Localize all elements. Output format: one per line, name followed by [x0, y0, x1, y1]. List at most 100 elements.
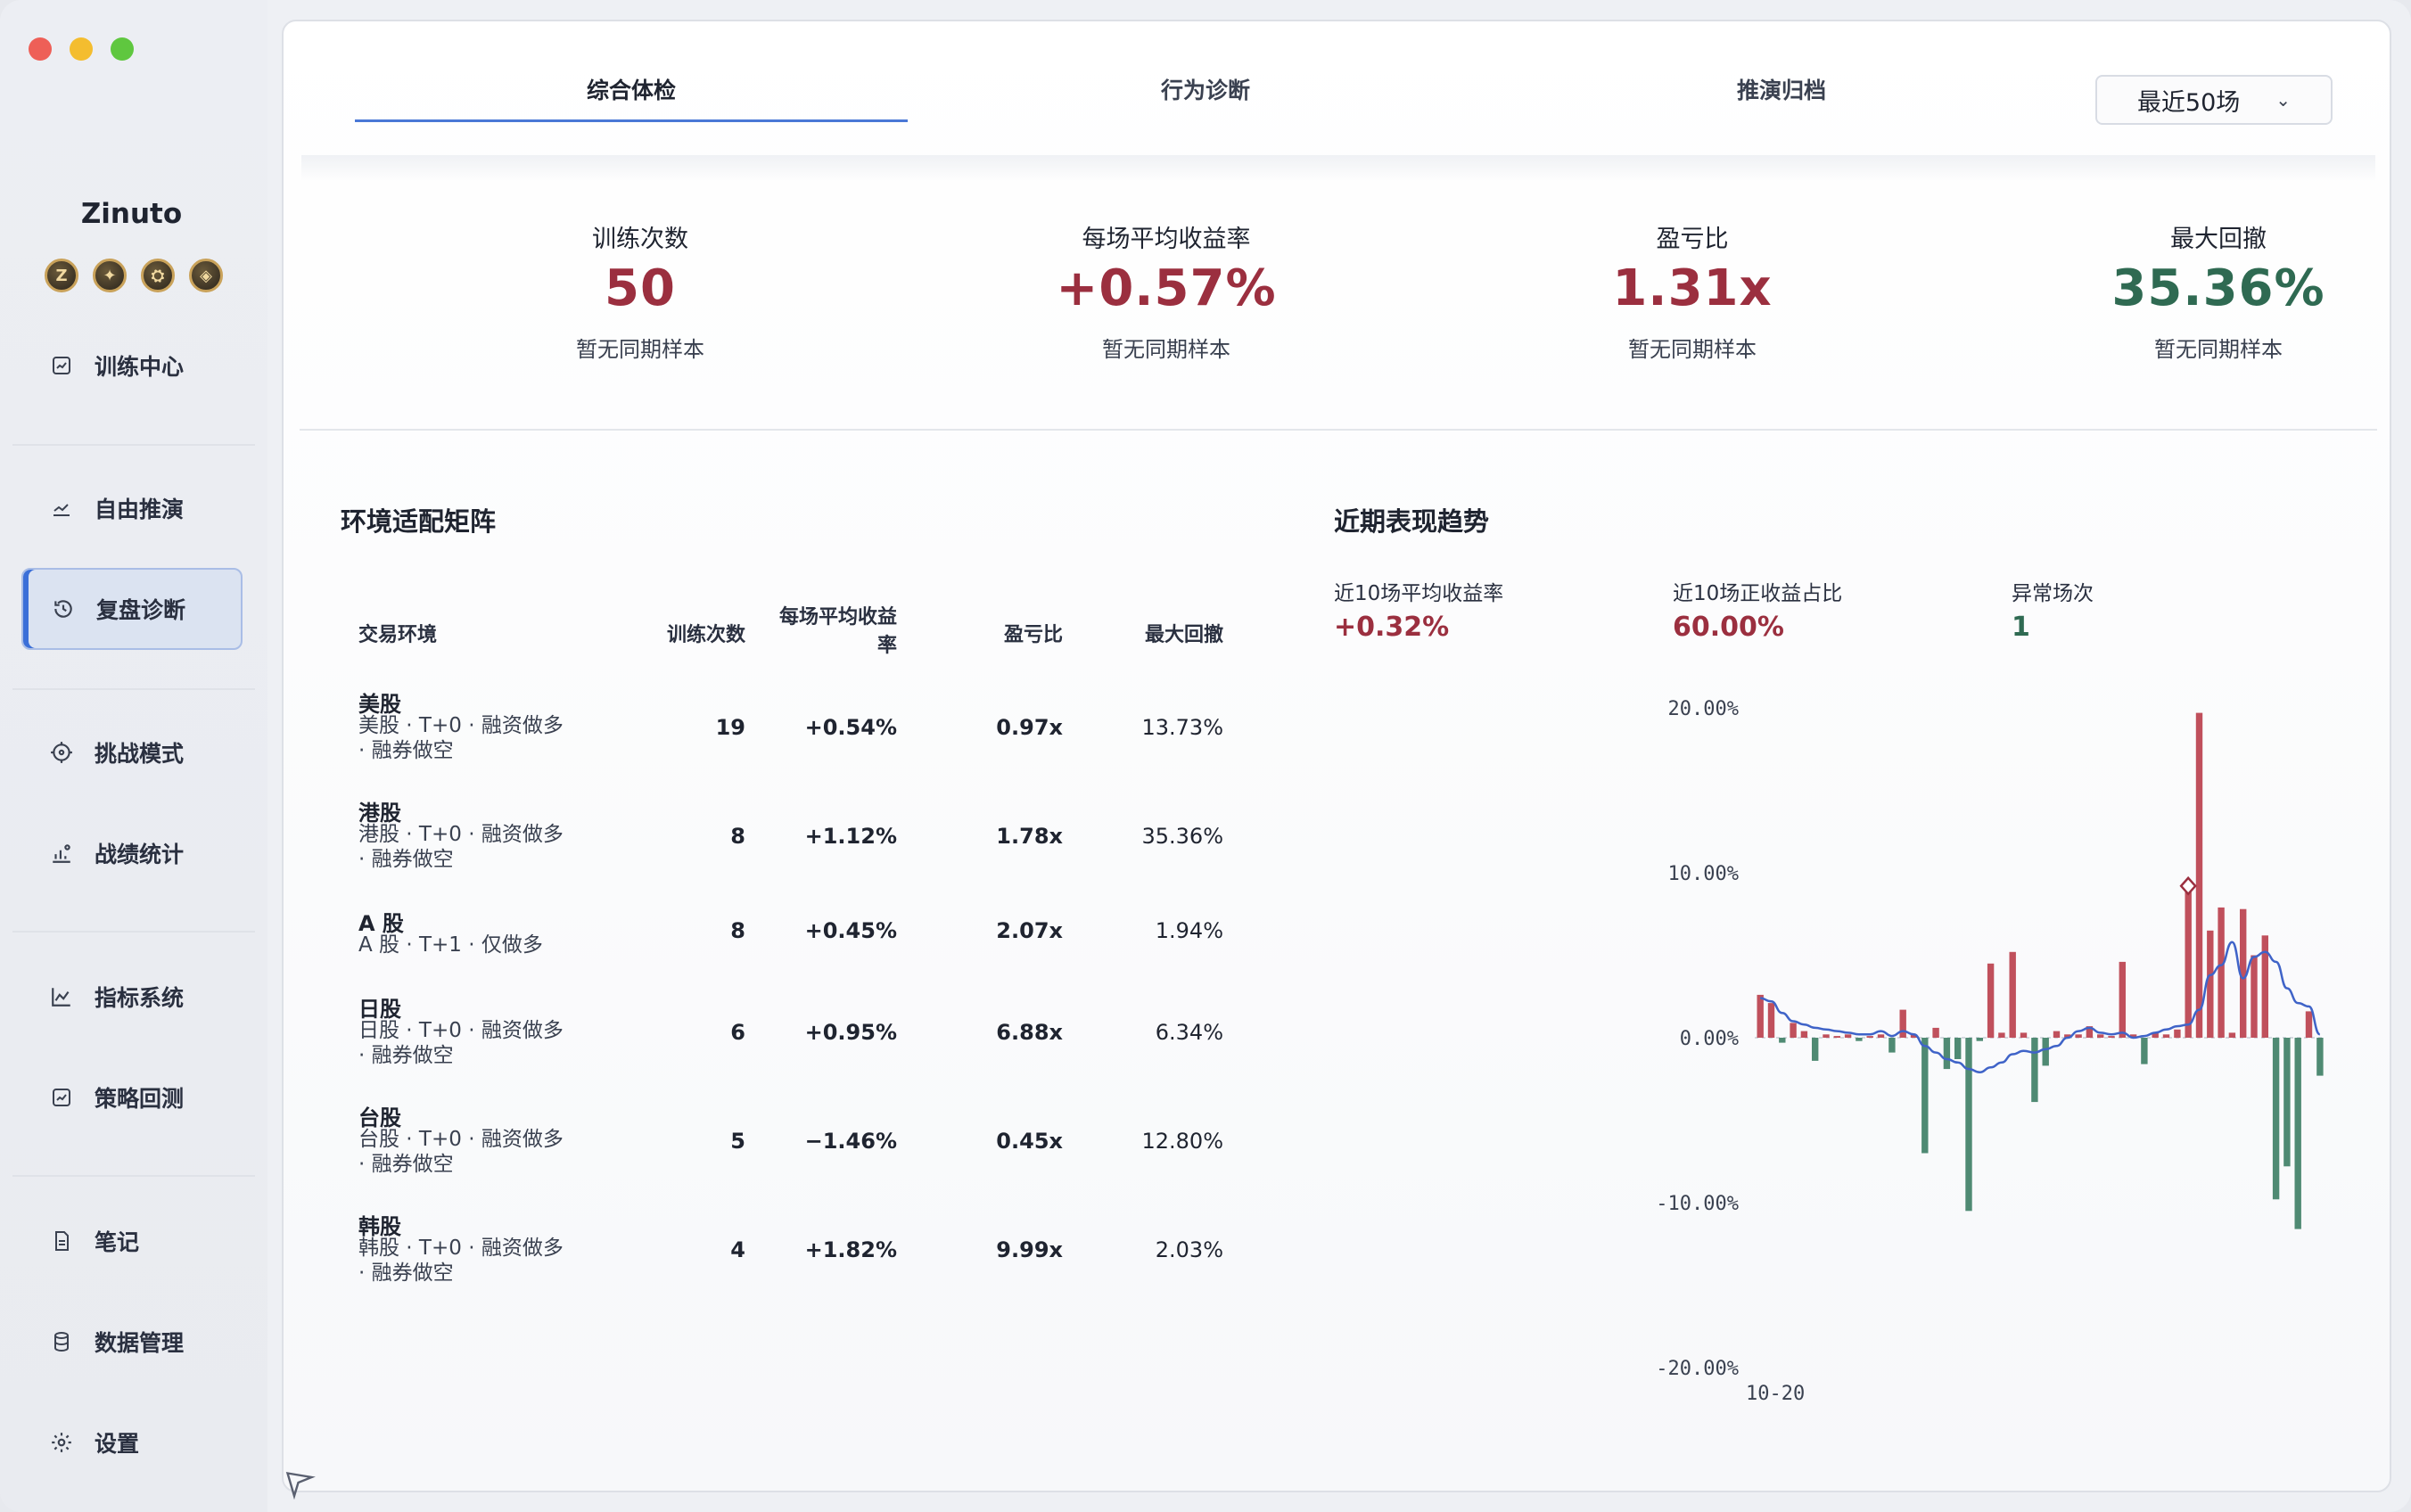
chart-bar[interactable] — [2228, 1032, 2236, 1038]
chart-bar[interactable] — [1899, 1009, 1906, 1038]
chart-bar[interactable] — [1833, 1036, 1840, 1038]
chart-bar[interactable] — [1823, 1034, 1830, 1038]
badge-star-icon[interactable]: ✦ — [93, 259, 127, 292]
chart-bar[interactable] — [1998, 1032, 2005, 1038]
badge-z-icon[interactable]: Z — [45, 259, 78, 292]
chart-bar[interactable] — [1844, 1034, 1852, 1038]
chart-bar[interactable] — [2272, 1038, 2280, 1200]
chart-bar[interactable] — [2097, 1034, 2104, 1038]
chart-bar[interactable] — [1779, 1038, 1786, 1043]
sidebar-item-indicators[interactable]: 指标系统 — [21, 956, 243, 1038]
chart-bar[interactable] — [1877, 1034, 1885, 1038]
chart-bar[interactable] — [1987, 963, 1995, 1039]
sidebar-item-stats[interactable]: 战绩统计 — [21, 812, 243, 894]
zoom-window-button[interactable] — [111, 37, 134, 61]
chart-bar[interactable] — [2042, 1038, 2049, 1066]
chart-bar[interactable] — [1800, 1031, 1808, 1038]
matrix-title: 环境适配矩阵 — [341, 506, 497, 537]
chart-bar[interactable] — [2162, 1034, 2170, 1038]
target-icon — [50, 741, 73, 764]
sidebar-item-label: 策略回测 — [95, 1086, 185, 1112]
sidebar-item-notes[interactable]: 笔记 — [21, 1200, 243, 1282]
sidebar-item-challenge[interactable]: 挑战模式 — [21, 711, 243, 793]
sidebar-item-review[interactable]: 复盘诊断 — [21, 568, 243, 650]
sidebar-item-backtest[interactable]: 策略回测 — [21, 1056, 243, 1138]
document-icon — [50, 1229, 73, 1253]
stat-label: 最大回撤 — [2170, 226, 2267, 253]
chart-bar[interactable] — [2031, 1038, 2038, 1103]
chart-bar[interactable] — [2305, 1011, 2313, 1038]
chart-bar[interactable] — [2119, 961, 2126, 1038]
sidebar-item-label: 笔记 — [95, 1229, 140, 1255]
chart-bar[interactable] — [1943, 1038, 1951, 1070]
chart-bar[interactable] — [2108, 1036, 2115, 1038]
chart-bar[interactable] — [2316, 1038, 2324, 1076]
chart-bar[interactable] — [2207, 930, 2214, 1039]
summary-stats: 训练次数 50 暂无同期样本 每场平均收益率 +0.57% 暂无同期样本 盈亏比… — [284, 219, 2390, 398]
chart-bar[interactable] — [2185, 885, 2192, 1038]
sidebar-item-data[interactable]: 数据管理 — [21, 1301, 243, 1383]
stat-label: 盈亏比 — [1656, 226, 1729, 253]
tab-overview[interactable]: 综合体检 — [355, 73, 908, 127]
sidebar-item-free-sim[interactable]: 自由推演 — [21, 467, 243, 549]
header-drawdown: 最大回撤 — [1144, 624, 1223, 646]
minimize-window-button[interactable] — [70, 37, 93, 61]
chart-bar[interactable] — [1790, 1023, 1797, 1038]
chart-bar[interactable] — [2009, 951, 2016, 1038]
sidebar-divider — [12, 1175, 255, 1177]
chart-bar[interactable] — [2218, 907, 2225, 1038]
sidebar-divider — [12, 688, 255, 690]
chart-bar[interactable] — [2174, 1029, 2181, 1039]
anomaly-marker[interactable] — [2179, 875, 2197, 896]
moving-average-line — [1760, 941, 2321, 1074]
send-arrow-icon[interactable] — [284, 1469, 316, 1501]
sidebar-item-label: 指标系统 — [95, 985, 185, 1011]
chart-bar[interactable] — [1757, 994, 1764, 1038]
history-clock-icon — [52, 597, 75, 620]
chart-bar[interactable] — [2251, 955, 2258, 1039]
y-tick-label: -20.00% — [1656, 1358, 1739, 1380]
database-icon — [50, 1330, 73, 1353]
chart-bar[interactable] — [2195, 712, 2203, 1038]
chart-bar[interactable] — [2020, 1032, 2028, 1038]
chart-bar[interactable] — [1866, 1036, 1873, 1038]
stat-count: 训练次数 50 暂无同期样本 — [453, 219, 827, 363]
badge-diamond-icon[interactable]: ◈ — [189, 259, 223, 292]
gear-icon — [50, 1431, 73, 1454]
chart-bar[interactable] — [2294, 1038, 2301, 1229]
range-select[interactable]: 最近50场 ⌄ — [2095, 75, 2333, 125]
chart-bar[interactable] — [2075, 1034, 2082, 1038]
chart-bar[interactable] — [1932, 1027, 1939, 1038]
tab-archive[interactable]: 推演归档 — [1505, 73, 2058, 127]
sidebar-item-settings[interactable]: 设置 — [21, 1401, 243, 1483]
chart-bar[interactable] — [1812, 1038, 1819, 1061]
chart-bar[interactable] — [1921, 1038, 1929, 1154]
kpi-recent-avg: 近10场平均收益率 +0.32% — [1334, 582, 1504, 643]
sidebar-item-label: 数据管理 — [95, 1330, 185, 1356]
chart-bar[interactable] — [2261, 935, 2268, 1038]
chart-bar[interactable] — [1954, 1038, 1962, 1059]
chart-bar[interactable] — [2053, 1031, 2061, 1038]
chart-bar[interactable] — [1965, 1038, 1972, 1212]
sidebar-item-training[interactable]: 训练中心 — [21, 325, 243, 407]
tab-behavior[interactable]: 行为诊断 — [929, 73, 1482, 127]
stat-max-drawdown: 最大回撤 35.36% 暂无同期样本 — [2031, 219, 2390, 363]
close-window-button[interactable] — [29, 37, 52, 61]
x-tick-label: 10-20 — [1746, 1383, 1805, 1405]
y-tick-label: 10.00% — [1668, 863, 1739, 885]
chart-bar[interactable] — [1976, 1038, 1983, 1041]
header-ratio: 盈亏比 — [1003, 624, 1063, 646]
sidebar-item-label: 战绩统计 — [95, 842, 185, 867]
chart-bar[interactable] — [1856, 1038, 1863, 1041]
chart-bar[interactable] — [1767, 1003, 1775, 1038]
chart-bar[interactable] — [2141, 1038, 2148, 1064]
sidebar: Zinuto Z ✦ ⛭ ◈ 训练中心 自由推演 复盘诊断 挑战模式 战绩统计 … — [0, 0, 267, 1512]
stat-sub: 暂无同期样本 — [576, 337, 704, 362]
stat-sub: 暂无同期样本 — [2154, 337, 2283, 362]
badge-gear-icon[interactable]: ⛭ — [141, 259, 175, 292]
trend-title: 近期表现趋势 — [1334, 506, 1490, 537]
chart-bar[interactable] — [2283, 1038, 2291, 1167]
chart-bar[interactable] — [1888, 1038, 1896, 1053]
bar-stats-icon — [50, 842, 73, 865]
app-window: Zinuto Z ✦ ⛭ ◈ 训练中心 自由推演 复盘诊断 挑战模式 战绩统计 … — [0, 0, 2411, 1512]
